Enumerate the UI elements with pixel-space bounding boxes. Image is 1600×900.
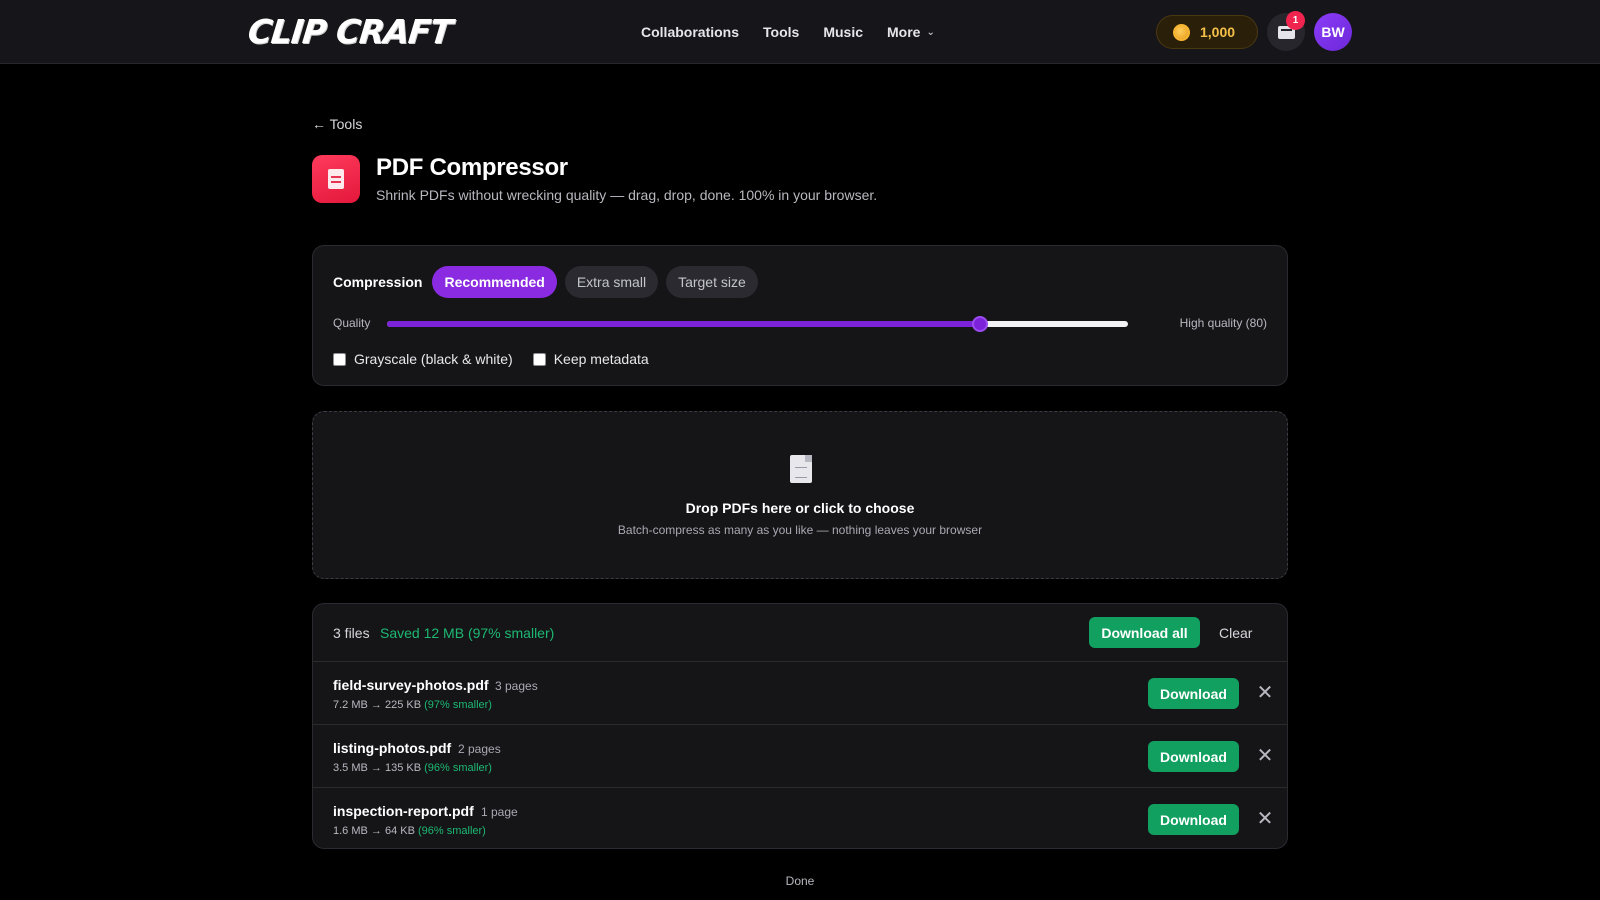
mode-target-size-button[interactable]: Target size [666, 266, 758, 298]
quality-slider[interactable] [387, 316, 1128, 332]
file-size-change: 3.5 MB → 135 KB [333, 762, 422, 774]
close-icon[interactable]: ✕ [1256, 809, 1274, 829]
close-icon[interactable]: ✕ [1256, 746, 1274, 766]
file-size-change: 1.6 MB → 64 KB [333, 825, 415, 837]
file-name: listing-photos.pdf [333, 740, 452, 756]
page-subtitle: Shrink PDFs without wrecking quality — d… [376, 187, 878, 203]
file-pages: 3 pages [495, 679, 538, 693]
top-navbar: CLIP CRAFT Collaborations Tools Music Mo… [0, 0, 1600, 64]
download-button[interactable]: Download [1148, 741, 1239, 772]
grayscale-checkbox[interactable] [333, 352, 346, 366]
file-reduction: (96% smaller) [424, 762, 492, 774]
keep-metadata-label: Keep metadata [553, 351, 649, 367]
file-sizes: 1.6 MB → 64 KB (96% smaller) [333, 825, 486, 837]
user-avatar[interactable]: BW [1314, 13, 1352, 51]
file-size-change: 7.2 MB → 225 KB [333, 699, 422, 711]
clear-button[interactable]: Clear [1219, 625, 1252, 641]
file-row: inspection-report.pdf 1 page 1.6 MB → 64… [313, 788, 1287, 848]
compression-mode-row: Compression Recommended Extra small Targ… [333, 266, 758, 298]
compression-label: Compression [333, 274, 423, 290]
file-row: field-survey-photos.pdf 3 pages 7.2 MB →… [313, 662, 1287, 725]
grayscale-label: Grayscale (black & white) [354, 351, 513, 367]
pdf-document-icon [328, 169, 344, 189]
clipcraft-logo[interactable]: CLIP CRAFT [246, 12, 454, 52]
keep-metadata-option[interactable]: Keep metadata [532, 351, 649, 367]
keep-metadata-checkbox[interactable] [532, 352, 546, 366]
file-pages: 1 page [481, 805, 518, 819]
download-button[interactable]: Download [1148, 678, 1239, 709]
mode-extra-small-button[interactable]: Extra small [564, 266, 659, 298]
status-text: Done [785, 874, 815, 888]
file-name: field-survey-photos.pdf [333, 677, 489, 693]
download-all-button[interactable]: Download all [1089, 617, 1200, 648]
nav-music[interactable]: Music [823, 24, 863, 40]
page-title: PDF Compressor [376, 154, 568, 181]
coin-count: 1,000 [1200, 24, 1236, 40]
mode-recommended-button[interactable]: Recommended [432, 266, 557, 298]
quality-value-text: High quality (80) [1179, 316, 1267, 330]
pdf-tool-icon [312, 155, 360, 203]
quality-slider-fill [387, 321, 980, 327]
main-nav: Collaborations Tools Music More ⌄ [641, 0, 935, 64]
file-sizes: 7.2 MB → 225 KB (97% smaller) [333, 699, 492, 711]
download-button[interactable]: Download [1148, 804, 1239, 835]
results-panel: 3 files Saved 12 MB (97% smaller) Downlo… [312, 603, 1288, 849]
close-icon[interactable]: ✕ [1256, 683, 1274, 703]
file-sizes: 3.5 MB → 135 KB (96% smaller) [333, 762, 492, 774]
file-row: listing-photos.pdf 2 pages 3.5 MB → 135 … [313, 725, 1287, 788]
nav-more[interactable]: More ⌄ [887, 24, 935, 40]
compression-settings-panel: Compression Recommended Extra small Targ… [312, 245, 1288, 386]
quality-slider-thumb[interactable] [971, 316, 988, 332]
file-pages: 2 pages [458, 742, 501, 756]
file-name: inspection-report.pdf [333, 803, 474, 819]
back-to-tools-link[interactable]: ← Tools [312, 116, 362, 132]
coin-balance[interactable]: 1,000 [1156, 15, 1258, 49]
coin-icon [1173, 23, 1190, 41]
file-reduction: (96% smaller) [418, 825, 486, 837]
dropzone-title: Drop PDFs here or click to choose [685, 500, 915, 516]
quality-label: Quality [333, 316, 371, 330]
pdf-dropzone[interactable]: Drop PDFs here or click to choose Batch-… [312, 411, 1288, 579]
chevron-down-icon: ⌄ [926, 26, 935, 38]
options-row: Grayscale (black & white) Keep metadata [333, 350, 649, 368]
file-reduction: (97% smaller) [424, 699, 492, 711]
notification-badge: 1 [1286, 11, 1305, 30]
savings-summary: Saved 12 MB (97% smaller) [380, 625, 555, 641]
nav-more-label: More [887, 24, 921, 40]
results-header: 3 files Saved 12 MB (97% smaller) Downlo… [313, 604, 1287, 662]
file-icon [790, 455, 812, 483]
nav-collaborations[interactable]: Collaborations [641, 24, 739, 40]
grayscale-option[interactable]: Grayscale (black & white) [333, 351, 513, 367]
nav-tools[interactable]: Tools [763, 24, 799, 40]
file-count: 3 files [333, 625, 370, 641]
dropzone-subtitle: Batch-compress as many as you like — not… [617, 523, 983, 537]
